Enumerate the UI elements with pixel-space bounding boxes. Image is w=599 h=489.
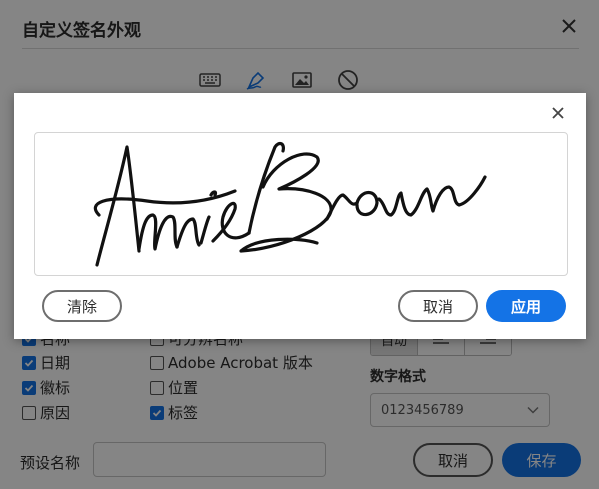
handwritten-signature [93,141,487,267]
draw-signature-modal: 清除 取消 应用 [14,93,586,339]
cancel-button[interactable]: 取消 [398,290,478,322]
apply-button[interactable]: 应用 [486,290,566,322]
close-icon [552,107,564,119]
modal-close-button[interactable] [548,103,568,123]
signature-draw-area[interactable] [34,132,568,276]
clear-button[interactable]: 清除 [42,290,122,322]
